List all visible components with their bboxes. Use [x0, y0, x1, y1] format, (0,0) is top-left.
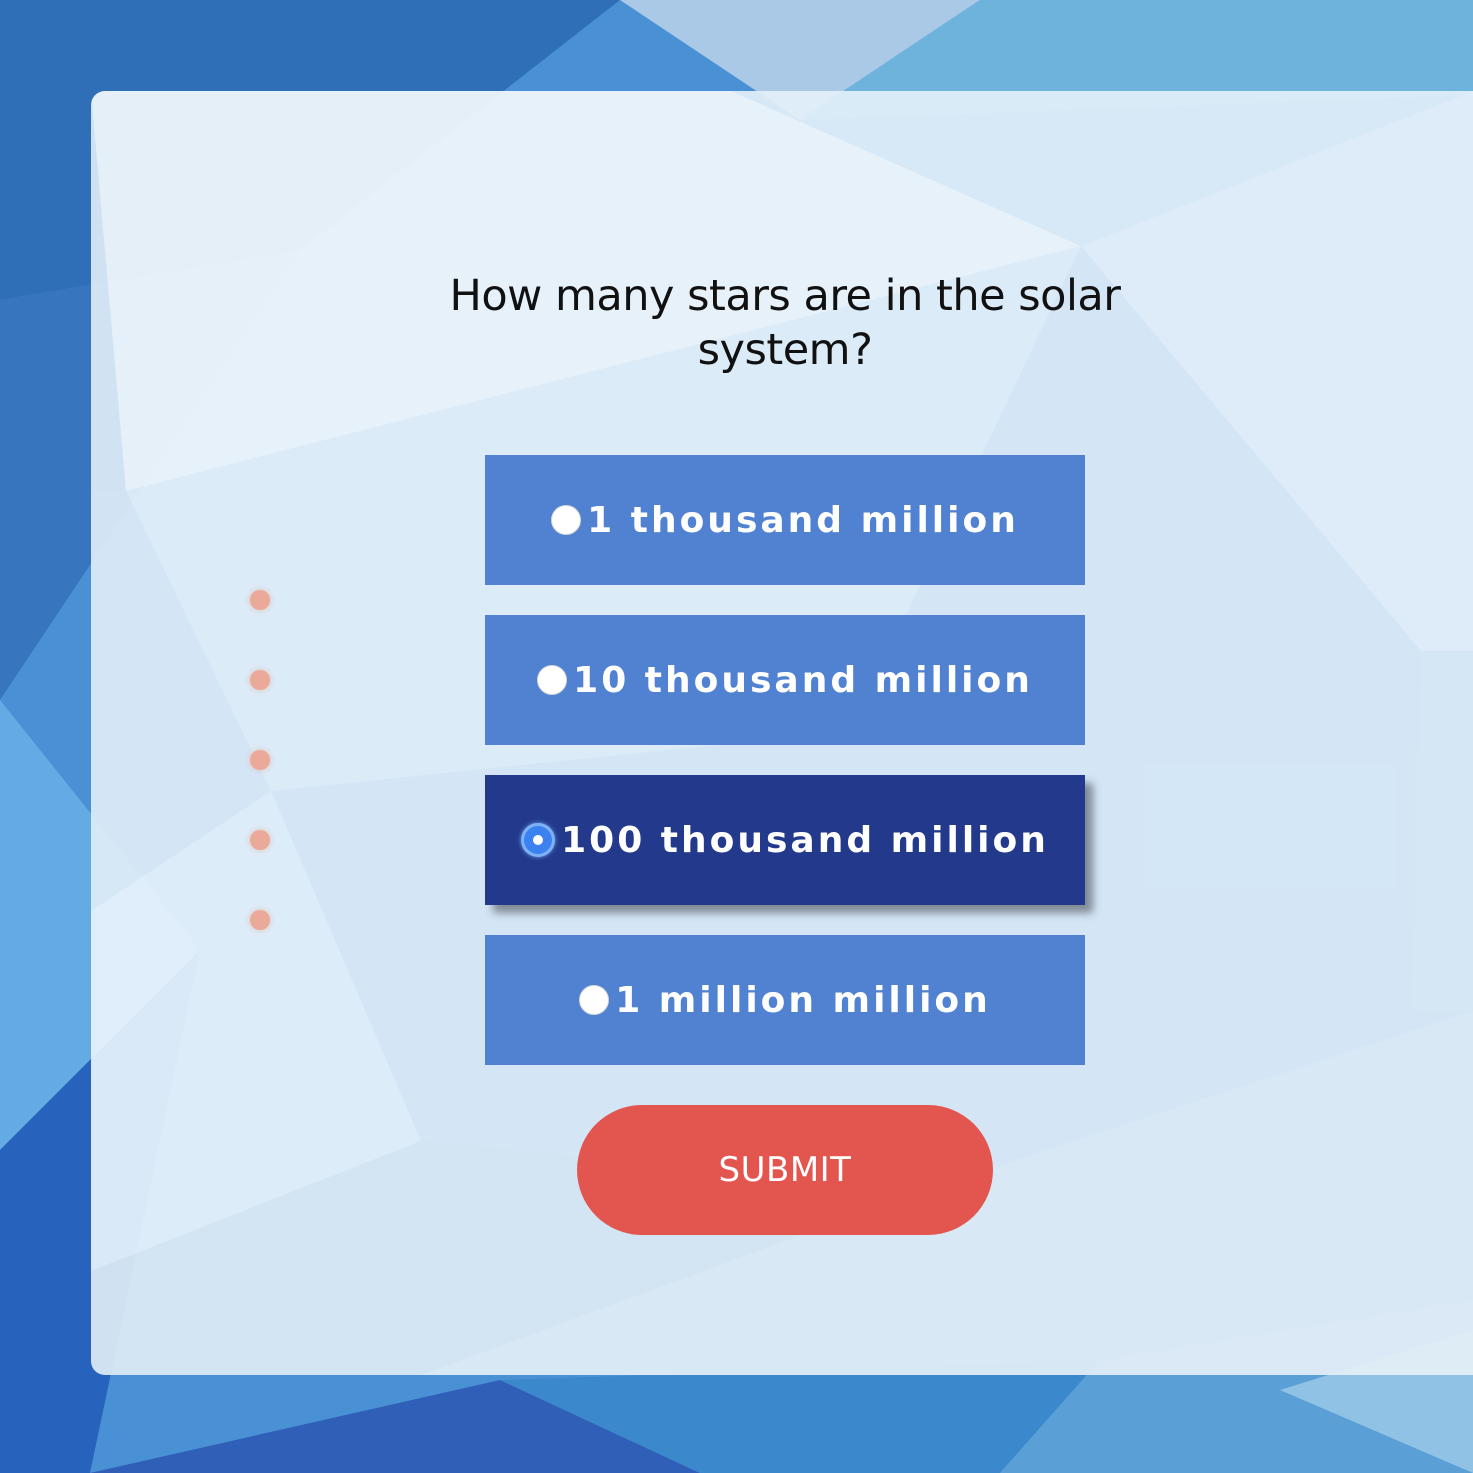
- answer-option-label: 1 million million: [615, 979, 991, 1021]
- quiz-card: How many stars are in the solar system? …: [91, 91, 1473, 1375]
- progress-dots: [250, 590, 272, 990]
- answer-option-3[interactable]: 100 thousand million: [485, 775, 1085, 905]
- progress-dot: [250, 750, 270, 770]
- radio-button[interactable]: [537, 665, 568, 695]
- answer-option-1[interactable]: 1 thousand million: [485, 455, 1085, 585]
- answer-option-label: 10 thousand million: [573, 659, 1033, 701]
- answer-option-4[interactable]: 1 million million: [485, 935, 1085, 1065]
- progress-dot: [250, 830, 270, 850]
- progress-dot: [250, 910, 270, 930]
- question-text: How many stars are in the solar system?: [449, 271, 1121, 375]
- answer-option-label: 100 thousand million: [561, 819, 1049, 861]
- submit-button[interactable]: SUBMIT: [577, 1105, 993, 1235]
- answer-option-2[interactable]: 10 thousand million: [485, 615, 1085, 745]
- radio-button-selected[interactable]: [521, 823, 556, 857]
- radio-button[interactable]: [579, 985, 610, 1015]
- answer-option-label: 1 thousand million: [587, 499, 1019, 541]
- radio-button[interactable]: [551, 505, 582, 535]
- progress-dot: [250, 590, 270, 610]
- progress-dot: [250, 670, 270, 690]
